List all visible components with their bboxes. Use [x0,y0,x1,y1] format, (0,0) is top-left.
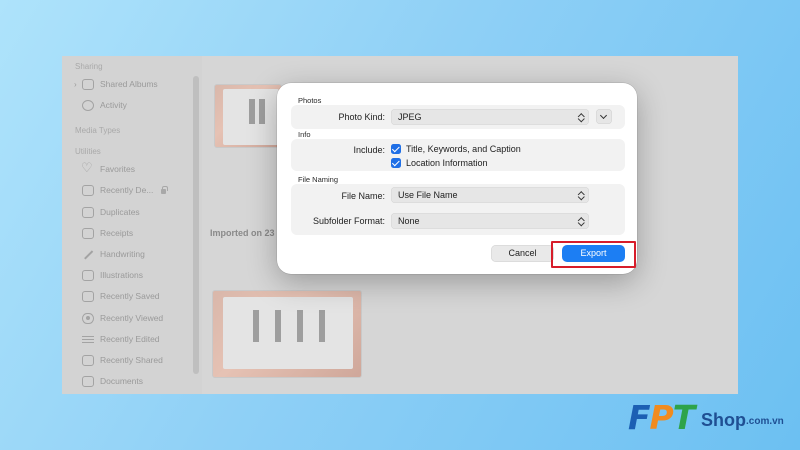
info-group-title: Info [298,130,311,139]
sidebar-item-label: Recently De... [100,185,154,195]
photo-thumbnail[interactable] [212,290,362,378]
sidebar-item-recently-saved[interactable]: Recently Saved [82,289,160,303]
sidebar-item-recently-deleted[interactable]: Recently De... [82,183,168,197]
sidebar-item-shared-albums[interactable]: Shared Albums [82,77,158,91]
fptshop-logo: F P T Shop .com.vn [628,400,793,436]
shared-albums-icon [82,78,94,90]
sidebar-item-label: Recently Shared [100,355,163,365]
imported-date-label: Imported on 23 ... [210,228,285,238]
logo-letter-t: T [672,398,695,437]
logo-domain-text: .com.vn [746,416,784,427]
file-name-label: File Name: [341,191,385,201]
sidebar-item-label: Duplicates [100,207,140,217]
sidebar-item-label: Activity [100,100,127,110]
file-name-select[interactable]: Use File Name [391,187,589,203]
lock-icon [161,185,168,194]
sidebar-item-illustrations[interactable]: Illustrations [82,268,143,282]
checkbox-label: Title, Keywords, and Caption [406,144,521,154]
logo-letter-f: F [628,398,651,437]
sidebar-item-label: Handwriting [100,249,145,259]
checkmark-icon [391,144,401,154]
trash-icon [82,184,94,196]
sidebar-item-documents[interactable]: Documents [82,374,143,388]
section-sharing: Sharing [75,62,103,71]
photo-kind-value: JPEG [398,112,422,122]
sidebar-item-recently-edited[interactable]: Recently Edited [82,332,160,346]
sidebar-item-label: Illustrations [100,270,143,280]
screenshot-preview [223,89,279,145]
sidebar-item-label: Recently Viewed [100,313,164,323]
receipt-icon [82,227,94,239]
sidebar-item-label: Recently Edited [100,334,160,344]
screenshot-preview [223,297,353,369]
sidebar-item-activity[interactable]: Activity [82,98,127,112]
file-name-value: Use File Name [398,190,458,200]
section-media-types[interactable]: Media Types [75,126,120,135]
sidebar-item-label: Shared Albums [100,79,158,89]
sidebar-item-recently-viewed[interactable]: Recently Viewed [82,311,163,325]
sidebar: Sharing › Shared Albums Activity Media T… [62,56,202,394]
chevron-updown-icon [578,216,584,226]
sidebar-item-label: Recently Saved [100,291,160,301]
chevron-right-icon[interactable]: › [74,80,77,89]
section-utilities[interactable]: Utilities [75,147,101,156]
activity-icon [82,99,94,111]
sidebar-item-duplicates[interactable]: Duplicates [82,205,140,219]
sidebar-item-receipts[interactable]: Receipts [82,226,133,240]
heart-icon [81,160,94,176]
file-naming-group-title: File Naming [298,175,339,184]
photo-kind-label: Photo Kind: [338,112,385,122]
cancel-button[interactable]: Cancel [491,245,554,262]
photos-group-title: Photos [298,96,322,105]
pen-icon [82,249,94,260]
sidebar-item-handwriting[interactable]: Handwriting [82,247,145,261]
photo-kind-select[interactable]: JPEG [391,109,589,125]
chevron-down-icon[interactable] [596,109,612,124]
download-icon [82,290,94,302]
document-icon [82,375,94,387]
fpt-logo-mark: F P T [628,398,695,437]
checkmark-icon [391,158,401,168]
sidebar-item-label: Favorites [100,164,135,174]
subfolder-format-select[interactable]: None [391,213,589,229]
title-keywords-caption-checkbox[interactable]: Title, Keywords, and Caption [391,144,521,154]
eye-icon [82,312,94,324]
sidebar-item-label: Receipts [100,228,134,238]
sliders-icon [82,334,94,345]
chevron-updown-icon [578,112,584,122]
photo-thumbnail[interactable] [214,84,282,148]
sidebar-item-recently-shared[interactable]: Recently Shared [82,353,163,367]
sidebar-item-label: Documents [100,376,143,386]
duplicates-icon [82,206,94,218]
checkbox-label: Location Information [406,158,488,168]
logo-shop-text: Shop [701,410,746,430]
sidebar-item-favorites[interactable]: Favorites [81,160,135,176]
subfolder-format-label: Subfolder Format: [312,216,385,226]
illustration-icon [82,269,94,281]
export-highlight-box [551,241,636,268]
sidebar-scrollbar[interactable] [193,76,199,374]
subfolder-format-value: None [398,216,420,226]
logo-letter-p: P [649,398,674,437]
location-information-checkbox[interactable]: Location Information [391,158,488,168]
share-icon [82,354,94,366]
chevron-updown-icon [578,190,584,200]
include-label: Include: [353,145,385,155]
